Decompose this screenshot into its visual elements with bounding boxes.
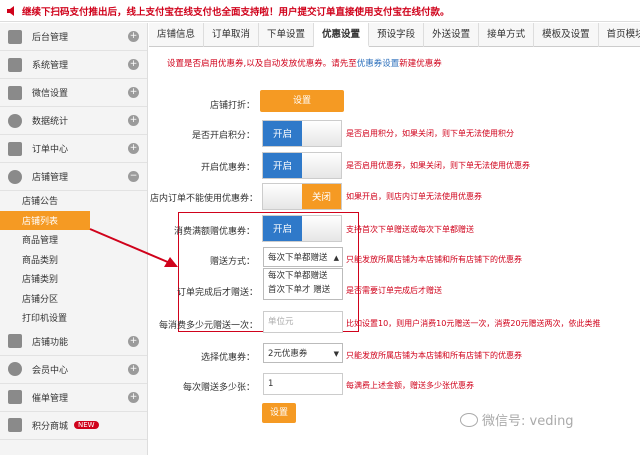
shop-icon: [8, 169, 22, 184]
settings-tabs: 店铺信息 订单取消 下单设置 优惠设置 预设字段 外送设置 接单方式 模板及设置…: [149, 23, 640, 47]
wechat-logo-icon: [460, 412, 478, 427]
sidebar-item-points-mall[interactable]: 积分商城 NEW: [0, 412, 147, 440]
sidebar-item-shop[interactable]: 店铺管理 −: [0, 163, 147, 191]
complete-note: 是否需要订单完成后才赠送: [346, 286, 442, 295]
speaker-icon: [7, 5, 14, 16]
remind-icon: [8, 390, 22, 404]
coupon-toggle[interactable]: 开启: [262, 152, 342, 179]
chevron-down-icon: ▼: [333, 350, 339, 358]
system-icon: [8, 57, 22, 72]
expand-icon: +: [128, 143, 139, 154]
chevron-up-icon: ▲: [333, 254, 339, 262]
instore-label: 店内订单不能使用优惠券：: [150, 194, 259, 204]
notice-text: 继续下扫码支付推出后，线上支付宝在线支付也全面支持啦！用户提交订单直接使用支付宝…: [22, 6, 450, 18]
sidebar-item-wechat[interactable]: 微信设置 +: [0, 79, 147, 107]
tab-delivery-settings[interactable]: 外送设置: [424, 23, 480, 47]
sidebar-item-remind[interactable]: 催单管理 +: [0, 384, 147, 412]
full-gift-toggle[interactable]: 开启: [262, 215, 342, 242]
tab-template-settings[interactable]: 模板及设置: [534, 23, 599, 47]
sidebar-item-stats[interactable]: 数据统计 +: [0, 107, 147, 135]
member-icon: [8, 362, 22, 376]
tab-discount-settings[interactable]: 优惠设置: [314, 23, 370, 47]
home-icon: [8, 29, 22, 44]
select-coupon-dropdown[interactable]: 2元优惠券 ▼: [263, 343, 343, 363]
tab-order-cancel[interactable]: 订单取消: [204, 23, 260, 47]
complete-label: 订单完成后才赠送：: [176, 288, 258, 298]
plus-icon: [8, 334, 22, 348]
sidebar-item-admin[interactable]: 后台管理 +: [0, 23, 147, 51]
expand-icon: +: [128, 59, 139, 70]
expand-icon: +: [128, 363, 139, 375]
sidebar-sub-shop-notice[interactable]: 店铺公告: [0, 191, 147, 211]
expand-icon: +: [128, 391, 139, 403]
submit-button[interactable]: 设置: [262, 403, 296, 423]
coupon-settings-link[interactable]: 优惠券设置: [357, 59, 400, 69]
sidebar-item-system[interactable]: 系统管理 +: [0, 51, 147, 79]
sidebar-item-shop-functions[interactable]: 店铺功能 +: [0, 328, 147, 356]
instore-toggle[interactable]: 关闭: [262, 183, 342, 210]
coupon-note: 是否启用优惠券，如果关闭，则下单无法使用优惠券: [346, 161, 530, 170]
tab-home-modules[interactable]: 首页模块: [599, 23, 640, 47]
tab-shop-info[interactable]: 店铺信息: [149, 23, 205, 47]
expand-icon: +: [128, 31, 139, 42]
gift-method-dropdown: 每次下单都赠送 首次下单才 赠送: [263, 268, 343, 300]
points-note: 是否启用积分，如果关闭，则下单无法使用积分: [346, 129, 514, 138]
dropdown-option[interactable]: 首次下单才 赠送: [264, 283, 342, 297]
sidebar-sub-printer[interactable]: 打印机设置: [0, 308, 147, 328]
coupon-tip: 设置是否启用优惠券,以及自动发放优惠券。请先至优惠券设置新建优惠券: [167, 59, 442, 69]
sidebar-sub-shop-zone[interactable]: 店铺分区: [0, 289, 147, 309]
per-count-label: 每次赠送多少张：: [182, 383, 255, 393]
notice-bar: 继续下扫码支付推出后，线上支付宝在线支付也全面支持啦！用户提交订单直接使用支付宝…: [0, 0, 640, 22]
points-icon: [8, 418, 22, 432]
per-amount-label: 每消费多少元赠送一次：: [158, 321, 258, 331]
dropdown-option[interactable]: 每次下单都赠送: [264, 269, 342, 283]
per-count-note: 每满费上述金额，赠送多少张优惠券: [346, 381, 474, 390]
points-label: 是否开启积分：: [191, 131, 255, 141]
coupon-label: 开启优惠券：: [200, 163, 255, 173]
tab-order-settings[interactable]: 下单设置: [259, 23, 315, 47]
instore-note: 如果开启，则店内订单无法使用优惠券: [346, 192, 482, 201]
expand-icon: +: [128, 87, 139, 98]
select-coupon-note: 只能发放所属店铺为本店铺和所有店铺下的优惠券: [346, 351, 522, 360]
wechat-icon: [8, 85, 22, 100]
tab-preset-fields[interactable]: 预设字段: [369, 23, 425, 47]
sidebar-item-orders[interactable]: 订单中心 +: [0, 135, 147, 163]
sidebar-sub-shop-list[interactable]: 店铺列表: [0, 210, 90, 230]
per-count-input[interactable]: 1: [263, 373, 343, 395]
sidebar-item-members[interactable]: 会员中心 +: [0, 356, 147, 384]
expand-icon: +: [128, 335, 139, 347]
gift-method-select[interactable]: 每次下单都赠送 ▲: [263, 247, 343, 267]
discount-label: 店铺打折：: [209, 101, 255, 111]
discount-set-button[interactable]: 设置: [260, 90, 344, 112]
new-badge: NEW: [74, 421, 99, 429]
watermark: 微信号: veding: [460, 410, 574, 429]
annotation-arrow: [89, 228, 178, 267]
tab-order-receiving[interactable]: 接单方式: [479, 23, 535, 47]
collapse-icon: −: [128, 171, 139, 182]
gift-method-note: 只能发放所属店铺为本店铺和所有店铺下的优惠券: [346, 255, 522, 264]
points-toggle[interactable]: 开启: [262, 120, 342, 147]
stats-icon: [8, 113, 22, 128]
per-amount-input[interactable]: 单位元: [263, 311, 343, 333]
expand-icon: +: [128, 115, 139, 126]
select-coupon-label: 选择优惠券：: [200, 353, 255, 363]
full-gift-note: 支持首次下单赠送或每次下单都赠送: [346, 225, 474, 234]
per-amount-note: 比如设置10，则用户消费10元赠送一次，消费20元赠送两次，依此类推: [346, 319, 601, 328]
order-icon: [8, 141, 22, 156]
